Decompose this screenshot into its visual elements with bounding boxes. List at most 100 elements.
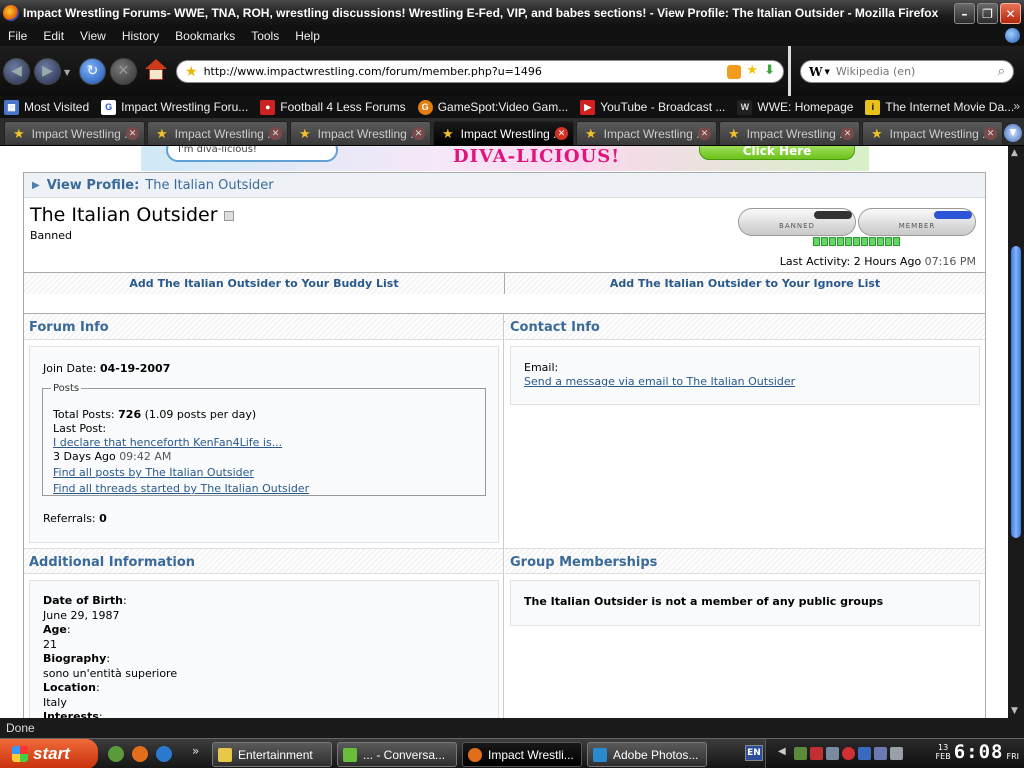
bookmark-imdb[interactable]: i The Internet Movie Da...	[865, 99, 1014, 115]
history-dropdown-icon[interactable]: ▼	[64, 68, 70, 77]
start-button[interactable]: start	[0, 739, 98, 768]
stop-button[interactable]: ✕	[110, 58, 137, 85]
bookmark-youtube[interactable]: ▶ YouTube - Broadcast ...	[580, 99, 725, 115]
tray-user-icon[interactable]	[826, 747, 839, 760]
tab-2[interactable]: ★ Impact Wrestling ... ✕	[147, 121, 288, 145]
scroll-up-arrow-icon[interactable]: ▲	[1011, 148, 1018, 158]
tray-volume-icon[interactable]	[890, 747, 903, 760]
dob-label: Date of Birth	[43, 594, 123, 607]
rss-feed-icon[interactable]	[727, 65, 741, 79]
menu-view[interactable]: View	[72, 29, 114, 43]
add-ignore-link[interactable]: Add The Italian Outsider to Your Ignore …	[504, 273, 985, 294]
site-identity-icon[interactable]: ★	[185, 64, 198, 80]
ie-quicklaunch-icon[interactable]	[156, 746, 172, 762]
menu-bookmarks[interactable]: Bookmarks	[167, 29, 243, 43]
tab-close-icon[interactable]: ✕	[555, 127, 568, 140]
task-impact-wrestling[interactable]: Impact Wrestli...	[462, 742, 582, 767]
ad-click-button[interactable]: Click Here	[699, 146, 855, 160]
interests-label: Interests	[43, 710, 99, 718]
menu-file[interactable]: File	[0, 29, 35, 43]
additional-info-heading: Additional Information	[24, 548, 503, 574]
clock[interactable]: 13 FEB 6:08 FRI	[936, 741, 1019, 763]
bookmark-wwe[interactable]: W WWE: Homepage	[737, 99, 853, 115]
tab-favicon-icon: ★	[728, 125, 740, 141]
tab-7[interactable]: ★ Impact Wrestling ... ✕	[862, 121, 1003, 145]
tab-4-active[interactable]: ★ Impact Wrestling ... ✕	[433, 121, 574, 145]
window-controls: – ❐ ✕	[954, 3, 1021, 24]
search-input[interactable]	[835, 65, 976, 78]
scrollbar-thumb[interactable]	[1011, 246, 1021, 538]
tab-favicon-icon: ★	[585, 125, 597, 141]
offline-status-icon	[223, 210, 234, 221]
bookmarks-overflow-chevron-icon[interactable]: »	[1013, 99, 1020, 113]
tab-favicon-icon: ★	[442, 125, 454, 141]
tray-app-icon[interactable]	[794, 747, 807, 760]
menu-help[interactable]: Help	[287, 29, 328, 43]
tab-close-icon[interactable]: ✕	[269, 127, 282, 140]
go-arrow-icon[interactable]: ⬇	[764, 63, 775, 78]
maximize-button[interactable]: ❐	[977, 3, 998, 24]
task-adobe-photoshop[interactable]: Adobe Photos...	[587, 742, 707, 767]
quicklaunch-chevron-icon[interactable]: »	[192, 744, 199, 758]
tab-3[interactable]: ★ Impact Wrestling ... ✕	[290, 121, 431, 145]
tab-close-icon[interactable]: ✕	[698, 127, 711, 140]
email-link[interactable]: Send a message via email to The Italian …	[524, 375, 795, 388]
tab-close-icon[interactable]: ✕	[412, 127, 425, 140]
url-input[interactable]	[203, 65, 704, 78]
search-engine-dropdown-icon[interactable]: ▼	[824, 68, 829, 76]
group-memberships-heading: Group Memberships	[505, 548, 985, 574]
taskbar: start » Entertainment ... - Conversa... …	[0, 738, 1024, 768]
collapse-arrow-icon[interactable]: ▶	[32, 180, 40, 191]
bookmark-most-visited[interactable]: ▦ Most Visited	[4, 99, 89, 115]
tab-6[interactable]: ★ Impact Wrestling ... ✕	[719, 121, 860, 145]
last-post-link[interactable]: I declare that henceforth KenFan4Life is…	[53, 436, 282, 449]
toolbar-separator	[788, 46, 791, 96]
tray-expand-icon[interactable]: ◀	[778, 746, 786, 757]
tab-1[interactable]: ★ Impact Wrestling ... ✕	[4, 121, 145, 145]
bookmark-impact-wrestling[interactable]: G Impact Wrestling Foru...	[101, 99, 248, 115]
reload-button[interactable]: ↻	[79, 58, 106, 85]
back-button[interactable]: ◀	[3, 58, 30, 85]
contact-info-box: Email: Send a message via email to The I…	[510, 346, 980, 405]
tray-security-icon[interactable]	[842, 747, 855, 760]
tray-network-icon[interactable]	[858, 747, 871, 760]
email-label: Email:	[524, 361, 559, 374]
tray-monitor-icon[interactable]	[874, 747, 887, 760]
tab-close-icon[interactable]: ✕	[984, 127, 997, 140]
task-entertainment[interactable]: Entertainment	[212, 742, 332, 767]
last-post-label: Last Post:	[53, 422, 107, 435]
window-titlebar: Impact Wrestling Forums- WWE, TNA, ROH, …	[0, 0, 1024, 26]
bookmark-star-icon[interactable]: ★	[746, 63, 758, 78]
bookmark-football-4-less[interactable]: ● Football 4 Less Forums	[260, 99, 406, 115]
bookmark-gamespot[interactable]: G GameSpot:Video Gam...	[417, 99, 568, 115]
biography-value: sono un'entità superiore	[43, 666, 178, 680]
minimize-button[interactable]: –	[954, 3, 975, 24]
find-all-threads-link[interactable]: Find all threads started by The Italian …	[53, 482, 309, 495]
messenger-quicklaunch-icon[interactable]	[108, 746, 124, 762]
ad-banner[interactable]: I'm diva-licious! DIVA-LICIOUS! Click He…	[141, 146, 869, 171]
tab-5[interactable]: ★ Impact Wrestling ... ✕	[576, 121, 717, 145]
tab-close-icon[interactable]: ✕	[841, 127, 854, 140]
forward-button[interactable]: ▶	[34, 58, 61, 85]
list-all-tabs-icon[interactable]: ▼	[1004, 124, 1022, 142]
close-button[interactable]: ✕	[1000, 3, 1021, 24]
home-button[interactable]	[145, 59, 167, 81]
page-scrollbar[interactable]: ▲ ▼	[1008, 146, 1024, 718]
home-icon	[145, 59, 167, 69]
search-bar[interactable]: W ▼ ⌕	[800, 60, 1014, 83]
scroll-down-arrow-icon[interactable]: ▼	[1011, 706, 1018, 716]
language-indicator[interactable]: EN	[745, 745, 763, 761]
add-buddy-link[interactable]: Add The Italian Outsider to Your Buddy L…	[24, 273, 504, 294]
tab-close-icon[interactable]: ✕	[126, 127, 139, 140]
task-conversation[interactable]: ... - Conversa...	[337, 742, 457, 767]
firefox-quicklaunch-icon[interactable]	[132, 746, 148, 762]
wikipedia-icon[interactable]: W	[809, 65, 822, 79]
tray-antivirus-icon[interactable]	[810, 747, 823, 760]
search-icon[interactable]: ⌕	[998, 64, 1005, 79]
find-all-posts-link[interactable]: Find all posts by The Italian Outsider	[53, 466, 254, 479]
menu-tools[interactable]: Tools	[243, 29, 287, 43]
menu-history[interactable]: History	[114, 29, 167, 43]
menu-edit[interactable]: Edit	[35, 29, 72, 43]
url-bar[interactable]: ★ ★ ⬇	[176, 60, 784, 83]
rank-member-badge: MEMBER	[858, 208, 976, 236]
